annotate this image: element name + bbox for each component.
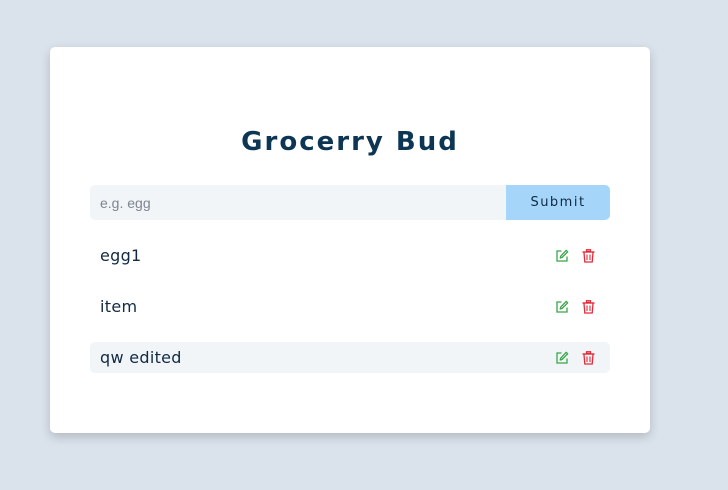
item-actions xyxy=(554,350,596,365)
list-item: item xyxy=(90,291,610,322)
grocery-form: Submit xyxy=(90,185,610,220)
delete-button[interactable] xyxy=(581,248,596,263)
submit-button[interactable]: Submit xyxy=(506,185,610,220)
edit-icon xyxy=(555,300,568,313)
item-actions xyxy=(554,248,596,263)
edit-button[interactable] xyxy=(554,299,569,314)
trash-icon xyxy=(582,248,595,263)
list-item: egg1 xyxy=(90,240,610,271)
trash-icon xyxy=(582,350,595,365)
grocery-card: Grocerry Bud Submit egg1 xyxy=(50,47,650,433)
grocery-list: egg1 item qw edited xyxy=(90,240,610,393)
item-name: item xyxy=(100,297,138,316)
edit-button[interactable] xyxy=(554,350,569,365)
edit-icon xyxy=(555,351,568,364)
delete-button[interactable] xyxy=(581,350,596,365)
trash-icon xyxy=(582,299,595,314)
item-name: egg1 xyxy=(100,246,142,265)
item-actions xyxy=(554,299,596,314)
edit-button[interactable] xyxy=(554,248,569,263)
delete-button[interactable] xyxy=(581,299,596,314)
page-title: Grocerry Bud xyxy=(241,127,459,157)
edit-icon xyxy=(555,249,568,262)
item-input[interactable] xyxy=(90,185,506,220)
item-name: qw edited xyxy=(100,348,182,367)
list-item: qw edited xyxy=(90,342,610,373)
